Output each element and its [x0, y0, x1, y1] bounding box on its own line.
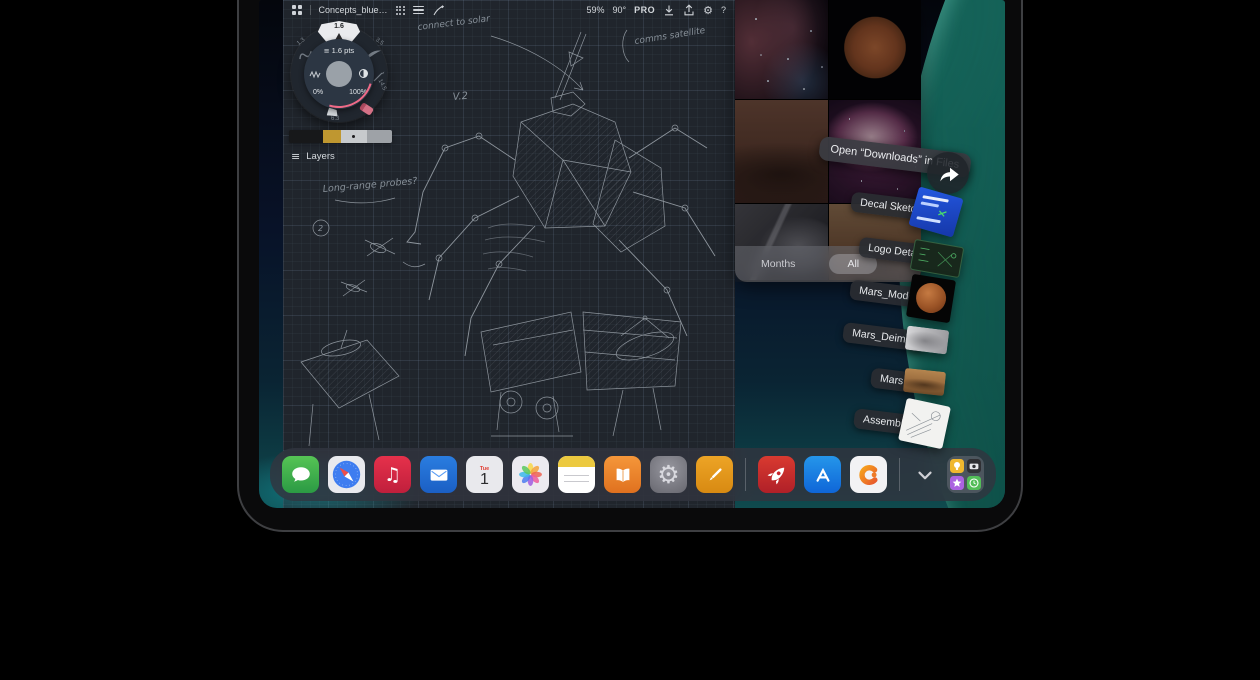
calendar-day: 1: [480, 472, 489, 487]
pages-pen-icon: [703, 463, 727, 487]
concepts-c-icon: [855, 461, 883, 489]
tool-size-label: 6.3: [331, 116, 339, 122]
palette-swatch-gray[interactable]: [367, 130, 392, 143]
layers-button[interactable]: ≡ Layers: [291, 150, 335, 163]
photo-mars-landscape[interactable]: [735, 100, 828, 203]
messages-icon: [289, 463, 313, 487]
stage: connect to solar comms satellite V.2 Lon…: [0, 0, 1260, 680]
palette-swatch-gold[interactable]: [323, 130, 341, 143]
segment-all-selected[interactable]: All: [829, 254, 877, 274]
photos-flower-icon: [517, 461, 544, 488]
music-note-icon: ♫: [384, 464, 401, 486]
palette-swatch-silver[interactable]: [341, 130, 367, 143]
layers-label: Layers: [306, 151, 335, 162]
pro-badge[interactable]: PRO: [634, 5, 655, 15]
home-grid-icon[interactable]: [292, 5, 302, 15]
notes-lines: [558, 467, 595, 493]
annotation-circled-2: 2: [318, 224, 323, 233]
dock-collapse-chevron[interactable]: [912, 456, 938, 493]
toolbar-divider: [310, 5, 311, 15]
star-mini-icon: [950, 476, 964, 490]
dock-app-calendar[interactable]: Tue 1: [466, 456, 503, 493]
clock-mini-icon: [967, 476, 981, 490]
tips-mini-icon: [950, 459, 964, 473]
dock: ♫ Tue 1: [270, 448, 996, 501]
import-icon[interactable]: [663, 4, 675, 16]
annotation-long-range-probes: Long-range probes?: [322, 176, 417, 195]
active-brush-size: 1.6: [317, 23, 361, 30]
settings-gear-icon[interactable]: ⚙: [703, 4, 713, 17]
dock-app-books[interactable]: [604, 456, 641, 493]
brush-tool-wheel[interactable]: 1.3 3.5 6.3 14.5 1.6 ≡1.6 pts 0% 100%: [291, 26, 387, 122]
selected-swatch-dot: [352, 135, 355, 138]
style-pen-icon[interactable]: [432, 4, 445, 16]
dock-app-settings[interactable]: ⚙: [650, 456, 687, 493]
dock-app-music[interactable]: ♫: [374, 456, 411, 493]
photo-grid: [735, 0, 921, 282]
safari-compass-icon: [331, 459, 362, 490]
photos-app-window: Months All: [735, 0, 921, 282]
dock-divider: [899, 458, 900, 491]
dock-app-photos[interactable]: [512, 456, 549, 493]
dock-app-messages[interactable]: [282, 456, 319, 493]
app-store-icon: [810, 462, 836, 488]
photo-orion-nebula[interactable]: [829, 100, 922, 203]
share-arrow-icon: [935, 161, 961, 185]
help-icon[interactable]: ?: [721, 5, 726, 15]
dock-app-notes[interactable]: [558, 456, 595, 493]
layers-icon: ≡: [291, 150, 300, 163]
notes-header: [558, 456, 595, 467]
settings-gear-glyph: ⚙: [657, 460, 679, 489]
selection-tool-icon[interactable]: [413, 6, 424, 15]
ipad-device: connect to solar comms satellite V.2 Lon…: [237, 0, 1023, 532]
dock-app-pages[interactable]: [696, 456, 733, 493]
rocket-icon: [764, 462, 790, 488]
concepts-toolbar: Concepts_blue… 59% 90° PRO: [283, 0, 735, 20]
zoom-level[interactable]: 59%: [586, 5, 604, 15]
photo-horsehead-nebula[interactable]: [735, 0, 828, 99]
books-icon: [611, 463, 635, 487]
photos-filter-bar: Months All: [735, 246, 921, 282]
dock-app-safari[interactable]: [328, 456, 365, 493]
dock-recent-apps-group[interactable]: [947, 456, 984, 493]
wheel-center-disk[interactable]: ≡1.6 pts 0% 100%: [304, 39, 374, 109]
dock-app-concepts[interactable]: [850, 456, 887, 493]
grid-settings-icon[interactable]: [396, 6, 405, 15]
dock-app-rocket[interactable]: [758, 456, 795, 493]
rotation-value[interactable]: 90°: [612, 5, 626, 15]
chevron-down-icon: [914, 464, 936, 486]
camera-mini-icon: [967, 459, 981, 473]
share-drop-button[interactable]: [927, 152, 969, 194]
annotation-v2: V.2: [452, 91, 468, 103]
dock-app-mail[interactable]: [420, 456, 457, 493]
segment-months[interactable]: Months: [761, 258, 795, 270]
document-title[interactable]: Concepts_blue…: [319, 5, 388, 15]
photo-mars-globe[interactable]: [829, 0, 922, 99]
export-icon[interactable]: [683, 4, 695, 16]
mail-envelope-icon: [427, 463, 451, 487]
dock-app-app-store[interactable]: [804, 456, 841, 493]
annotation-comms-satellite: comms satellite: [634, 26, 707, 47]
color-palette-bar[interactable]: [289, 130, 392, 143]
ipad-screen: connect to solar comms satellite V.2 Lon…: [259, 0, 1005, 508]
dock-divider: [745, 458, 746, 491]
palette-swatch-black[interactable]: [289, 130, 323, 143]
